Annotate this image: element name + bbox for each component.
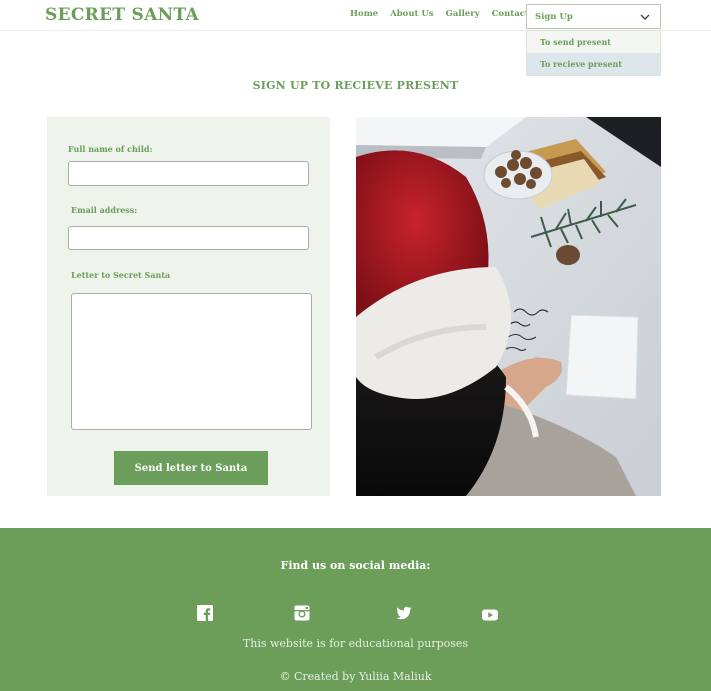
signup-form: Full name of child: Email address: Lette… bbox=[47, 117, 330, 496]
footer-credit: © Created by Yuliia Maliuk bbox=[279, 670, 432, 683]
footer-note: This website is for educational purposes bbox=[242, 637, 469, 650]
send-letter-button[interactable]: Send letter to Santa bbox=[114, 451, 268, 485]
photo-illustration bbox=[356, 117, 661, 496]
main-nav: Home About Us Gallery Contact Us bbox=[350, 9, 544, 19]
youtube-icon[interactable] bbox=[482, 607, 498, 623]
email-input[interactable] bbox=[68, 226, 309, 250]
nav-gallery[interactable]: Gallery bbox=[446, 9, 480, 19]
dropdown-menu: To send present To recieve present bbox=[526, 30, 661, 76]
chevron-down-icon bbox=[640, 14, 650, 20]
menu-item-send-present[interactable]: To send present bbox=[527, 31, 660, 53]
santa-letter-photo bbox=[356, 117, 661, 496]
site-logo[interactable]: SECRET SANTA bbox=[45, 5, 199, 25]
dropdown-selected: Sign Up bbox=[535, 12, 573, 22]
nav-home[interactable]: Home bbox=[350, 9, 378, 19]
social-title: Find us on social media: bbox=[280, 559, 431, 572]
site-footer: Find us on social media: This website is… bbox=[0, 528, 711, 691]
child-name-input[interactable] bbox=[68, 161, 309, 186]
name-label: Full name of child: bbox=[68, 144, 153, 154]
letter-label: Letter to Secret Santa bbox=[71, 270, 171, 280]
page-title: SIGN UP TO RECIEVE PRESENT bbox=[252, 79, 459, 92]
letter-textarea[interactable] bbox=[71, 293, 312, 430]
twitter-icon[interactable] bbox=[396, 605, 412, 621]
instagram-icon[interactable] bbox=[294, 605, 310, 621]
email-label: Email address: bbox=[71, 205, 138, 215]
signup-dropdown[interactable]: Sign Up bbox=[526, 4, 661, 29]
facebook-icon[interactable] bbox=[197, 605, 213, 621]
menu-item-recieve-present[interactable]: To recieve present bbox=[527, 53, 660, 75]
nav-about-us[interactable]: About Us bbox=[390, 9, 433, 19]
